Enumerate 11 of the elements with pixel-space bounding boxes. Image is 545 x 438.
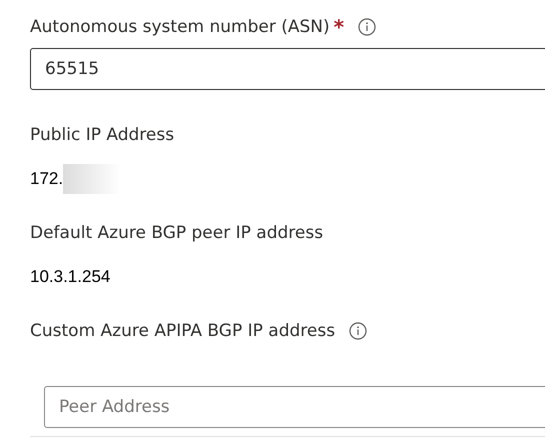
field-label: Custom Azure APIPA BGP IP address (30, 321, 336, 341)
field-value: 172. (30, 169, 64, 189)
info-icon[interactable] (358, 18, 376, 36)
field-value: 10.3.1.254 (30, 267, 110, 287)
required-mark: * (334, 15, 344, 39)
input-field[interactable]: 65515 (30, 48, 545, 90)
field-label: Autonomous system number (ASN) (30, 17, 330, 37)
field-label: Default Azure BGP peer IP address (30, 223, 324, 243)
field-label: Public IP Address (30, 125, 174, 145)
input-field[interactable]: Peer Address (44, 386, 545, 428)
info-icon[interactable] (349, 322, 368, 340)
